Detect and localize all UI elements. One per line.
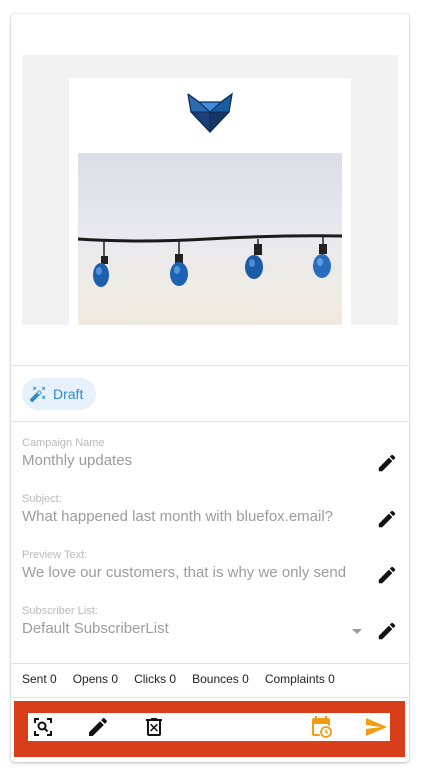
stat-sent: Sent 0 bbox=[22, 672, 57, 686]
bulb-2 bbox=[170, 240, 188, 286]
schedule-campaign-button[interactable] bbox=[309, 715, 333, 739]
divider bbox=[11, 697, 409, 698]
divider bbox=[11, 365, 409, 366]
send-campaign-button[interactable] bbox=[364, 715, 388, 739]
bulb-4 bbox=[313, 237, 331, 278]
edit-campaign-button[interactable] bbox=[86, 715, 110, 739]
edit-subject-button[interactable] bbox=[376, 508, 398, 530]
chevron-down-icon[interactable] bbox=[352, 629, 362, 634]
email-body bbox=[69, 78, 351, 325]
divider bbox=[11, 421, 409, 422]
subject-value: What happened last month with bluefox.em… bbox=[22, 508, 334, 525]
stat-bounces: Bounces 0 bbox=[192, 672, 249, 686]
divider bbox=[11, 663, 409, 664]
stat-clicks: Clicks 0 bbox=[134, 672, 177, 686]
hero-image bbox=[78, 153, 342, 325]
subject-label: Subject: bbox=[22, 493, 62, 505]
preview-text-field: Preview Text: We love our customers, tha… bbox=[22, 549, 392, 581]
campaign-name-label: Campaign Name bbox=[22, 437, 105, 449]
campaign-card: Draft Campaign Name Monthly updates Subj… bbox=[11, 14, 409, 762]
subscriber-list-label: Subscriber List: bbox=[22, 605, 98, 617]
edit-campaign-name-button[interactable] bbox=[376, 452, 398, 474]
status-chip: Draft bbox=[22, 378, 96, 410]
bluefox-logo bbox=[187, 92, 233, 133]
subscriber-list-value[interactable]: Default SubscriberList bbox=[22, 620, 374, 637]
status-label: Draft bbox=[53, 386, 84, 402]
edit-preview-text-button[interactable] bbox=[376, 564, 398, 586]
preview-text-label: Preview Text: bbox=[22, 549, 88, 561]
zoom-scan-icon[interactable] bbox=[31, 715, 55, 739]
campaign-name-value: Monthly updates bbox=[22, 452, 133, 469]
stats-row: Sent 0 Opens 0 Clicks 0 Bounces 0 Compla… bbox=[22, 672, 351, 686]
subscriber-list-field[interactable]: Subscriber List: Default SubscriberList bbox=[22, 605, 392, 637]
magic-wand-icon bbox=[29, 386, 46, 403]
lightbulbs-image bbox=[78, 234, 342, 287]
bulb-1 bbox=[93, 241, 109, 287]
edit-subscriber-list-button[interactable] bbox=[376, 620, 398, 642]
action-toolbar bbox=[28, 713, 390, 741]
bulb-3 bbox=[245, 239, 263, 279]
subject-field: Subject: What happened last month with b… bbox=[22, 493, 392, 525]
action-bar bbox=[14, 701, 405, 757]
delete-campaign-button[interactable] bbox=[142, 715, 166, 739]
stat-complaints: Complaints 0 bbox=[264, 672, 335, 686]
stat-opens: Opens 0 bbox=[72, 672, 119, 686]
preview-text-value: We love our customers, that is why we on… bbox=[22, 564, 347, 581]
campaign-name-field: Campaign Name Monthly updates bbox=[22, 437, 392, 469]
email-preview[interactable] bbox=[22, 55, 398, 325]
